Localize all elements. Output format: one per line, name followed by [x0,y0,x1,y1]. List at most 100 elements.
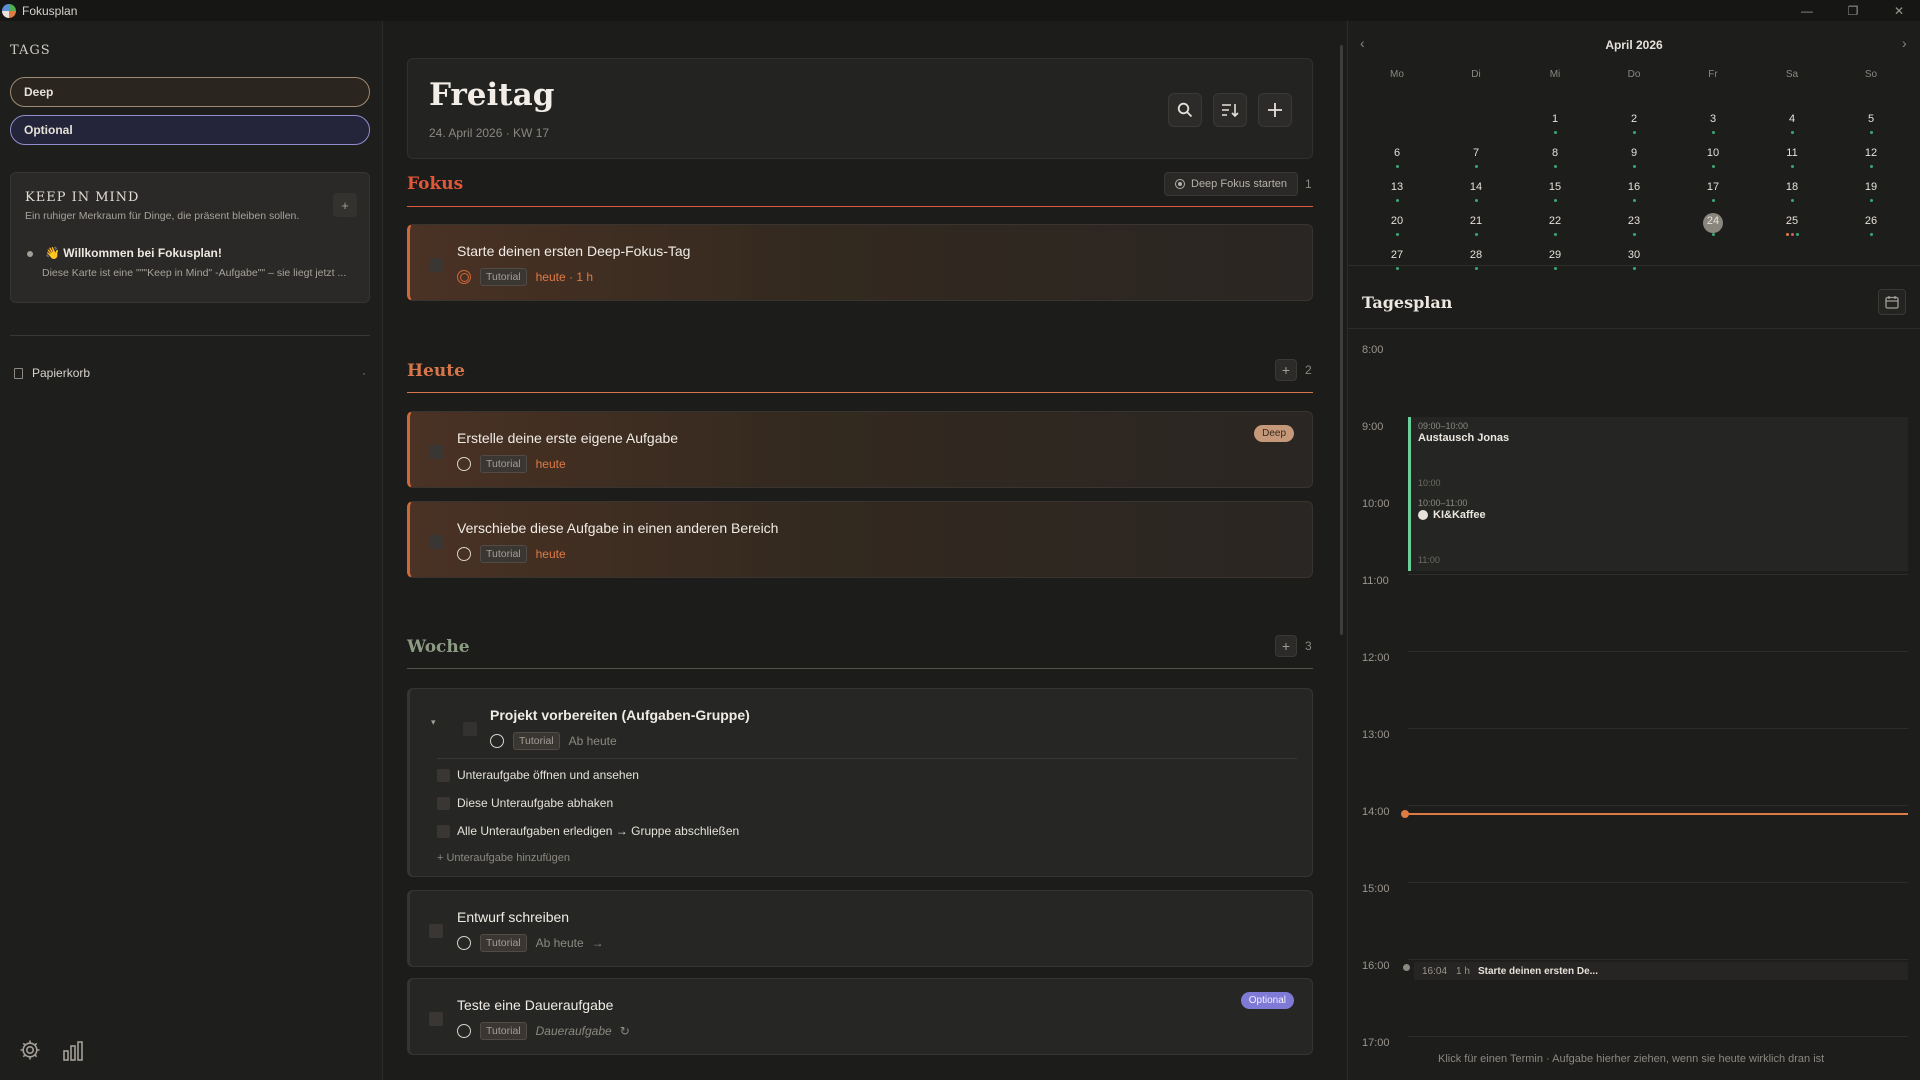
calendar-day[interactable]: 15 [1535,181,1575,193]
task-title: Verschiebe diese Aufgabe in einen andere… [457,520,779,536]
weekday-label: Mi [1549,69,1561,80]
calendar-day-dots [1377,267,1417,271]
add-task-woche-button[interactable]: + [1275,635,1297,657]
calendar-day[interactable]: 29 [1535,249,1575,261]
close-button[interactable]: ✕ [1876,0,1920,21]
calendar-day[interactable]: 22 [1535,215,1575,227]
task-card[interactable]: Verschiebe diese Aufgabe in einen andere… [407,501,1313,578]
calendar-day[interactable]: 19 [1851,181,1891,193]
section-count-fokus: 1 [1305,177,1312,191]
subtask-row[interactable]: Alle Unteraufgaben erledigen → Gruppe ab… [437,824,739,838]
event-dot [1553,233,1557,236]
task-card[interactable]: Entwurf schreiben Tutorial Ab heute → [407,890,1313,967]
task-title: Starte deinen ersten Deep-Fokus-Tag [457,243,691,259]
task-checkbox[interactable] [429,445,443,459]
scheduled-task-slot[interactable]: 16:04 1 h Starte deinen ersten De... [1414,962,1908,980]
focus-target-icon[interactable] [457,270,471,284]
event-dot [1395,165,1399,168]
calendar-day[interactable]: 14 [1456,181,1496,193]
gear-icon [20,1040,40,1060]
task-status-icon[interactable] [457,936,471,950]
hour-label: 16:00 [1362,960,1390,972]
calendar-day-dots [1535,131,1575,135]
sort-button[interactable] [1213,93,1247,127]
task-card[interactable]: Starte deinen ersten Deep-Fokus-Tag Tuto… [407,224,1313,301]
weekday-label: Fr [1708,69,1718,80]
calendar-day[interactable]: 23 [1614,215,1654,227]
task-checkbox[interactable] [463,722,477,736]
subtask-checkbox[interactable] [437,796,450,810]
sidebar-item-trash[interactable]: Papierkorb · [14,363,366,383]
calendar-day[interactable]: 1 [1535,113,1575,125]
subtask-checkbox[interactable] [437,768,450,782]
task-status-icon[interactable] [457,1024,471,1038]
calendar-day[interactable]: 13 [1377,181,1417,193]
calendar-day[interactable]: 8 [1535,147,1575,159]
calendar-day[interactable]: 5 [1851,113,1891,125]
calendar-day[interactable]: 28 [1456,249,1496,261]
page-date: 24. April 2026 · KW 17 [429,126,550,140]
calendar-day[interactable]: 26 [1851,215,1891,227]
day-plan-calendar-button[interactable] [1878,289,1906,315]
search-button[interactable] [1168,93,1202,127]
tag-deep[interactable]: Deep [10,77,370,107]
task-checkbox[interactable] [429,1012,443,1026]
subtask-row[interactable]: Unteraufgabe öffnen und ansehen [437,768,639,782]
settings-button[interactable] [18,1038,42,1062]
calendar-day-dots [1772,199,1812,203]
calendar-day[interactable]: 9 [1614,147,1654,159]
collapse-chevron-icon[interactable]: ▾ [431,717,436,728]
task-checkbox[interactable] [429,258,443,272]
subtask-checkbox[interactable] [437,824,450,838]
calendar-day[interactable]: 25 [1772,215,1812,227]
calendar-event[interactable]: 09:00–10:00 Austausch Jonas 10:00 [1408,417,1908,494]
subtask-row[interactable]: Diese Unteraufgabe abhaken [437,796,613,810]
calendar-day[interactable]: 4 [1772,113,1812,125]
deep-focus-start-button[interactable]: Deep Fokus starten [1164,172,1298,196]
task-status-icon[interactable] [490,734,504,748]
calendar-day[interactable]: 20 [1377,215,1417,227]
event-dot [1474,267,1478,270]
task-checkbox[interactable] [429,924,443,938]
calendar-day[interactable]: 30 [1614,249,1654,261]
task-card[interactable]: Teste eine Daueraufgabe Tutorial Dauerau… [407,978,1313,1055]
chevron-right-icon[interactable]: › [1902,35,1907,51]
calendar-day[interactable]: 12 [1851,147,1891,159]
task-slot-handle[interactable] [1403,964,1410,971]
task-card[interactable]: Erstelle deine erste eigene Aufgabe Tuto… [407,411,1313,488]
calendar-day-dots [1535,233,1575,237]
chevron-left-icon[interactable]: ‹ [1360,35,1365,51]
calendar-day[interactable]: 10 [1693,147,1733,159]
minimize-button[interactable]: — [1784,0,1830,21]
task-checkbox[interactable] [429,535,443,549]
tag-optional[interactable]: Optional [10,115,370,145]
keep-in-mind-subtitle: Ein ruhiger Merkraum für Dinge, die präs… [25,210,300,222]
calendar-day[interactable]: 2 [1614,113,1654,125]
event-dot [1869,199,1873,202]
calendar-day[interactable]: 24 [1693,215,1733,227]
calendar-day[interactable]: 27 [1377,249,1417,261]
calendar-day[interactable]: 16 [1614,181,1654,193]
task-status-icon[interactable] [457,457,471,471]
statistics-button[interactable] [62,1040,84,1062]
calendar-day[interactable]: 21 [1456,215,1496,227]
calendar-day[interactable]: 3 [1693,113,1733,125]
add-task-button[interactable] [1258,93,1292,127]
calendar-event[interactable]: 10:00–11:00 KI&Kaffee 11:00 [1408,494,1908,571]
add-subtask-button[interactable]: + Unteraufgabe hinzufügen [437,852,570,864]
calendar-day[interactable]: 18 [1772,181,1812,193]
keep-in-mind-item-title[interactable]: 👋 Willkommen bei Fokusplan! [45,246,222,260]
calendar-day[interactable]: 7 [1456,147,1496,159]
calendar-day[interactable]: 17 [1693,181,1733,193]
keep-in-mind-add-button[interactable]: + [333,193,357,217]
trash-label: Papierkorb [32,366,91,380]
task-status-icon[interactable] [457,547,471,561]
main-scrollbar[interactable] [1340,45,1343,635]
maximize-button[interactable]: ❐ [1830,0,1876,21]
add-task-heute-button[interactable]: + [1275,359,1297,381]
trash-menu-icon[interactable]: · [362,366,366,380]
task-group-card[interactable]: ▾ Projekt vorbereiten (Aufgaben-Gruppe) … [407,688,1313,877]
calendar-day-dots [1614,165,1654,169]
calendar-day[interactable]: 11 [1772,147,1812,159]
calendar-day[interactable]: 6 [1377,147,1417,159]
